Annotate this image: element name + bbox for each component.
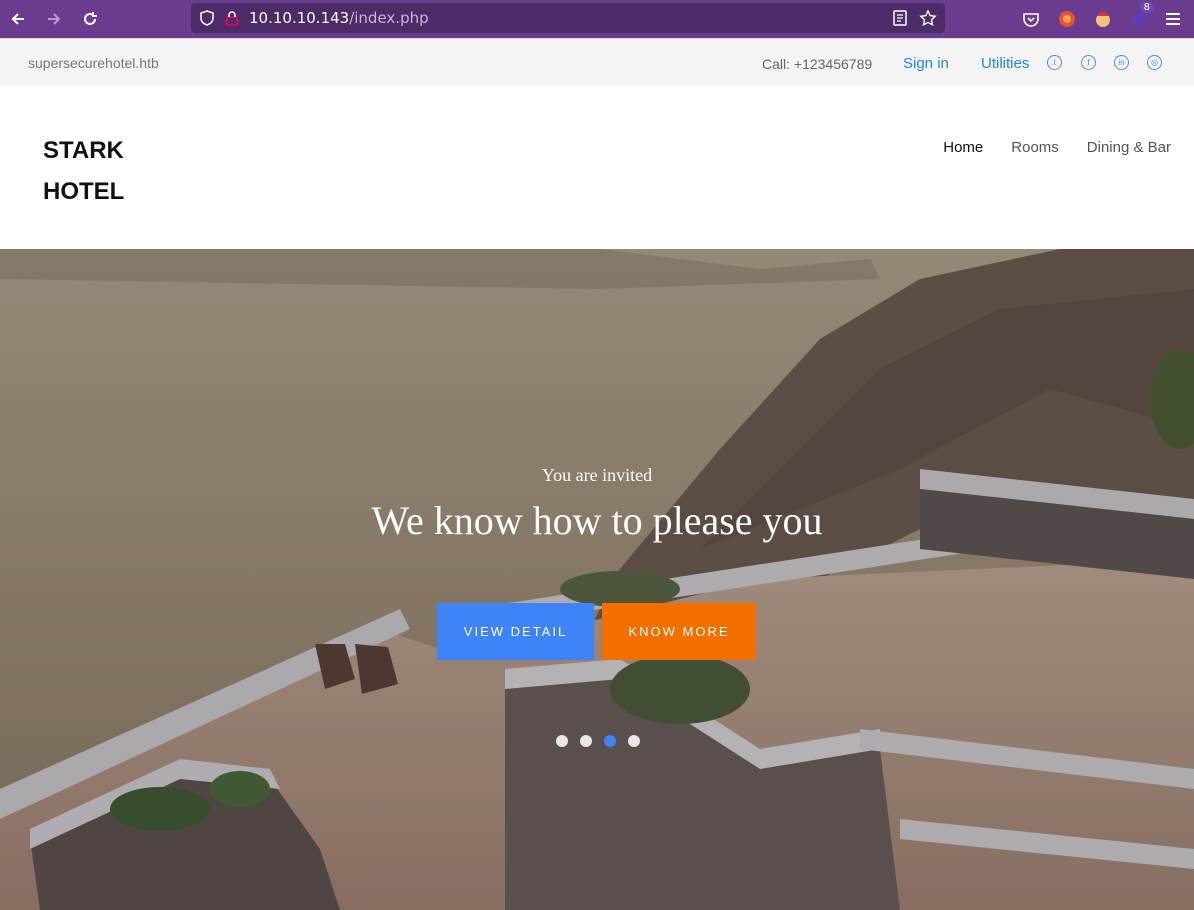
logo-line2: HOTEL <box>43 178 125 205</box>
know-more-button[interactable]: KNOW MORE <box>602 603 756 660</box>
forward-icon[interactable] <box>36 0 72 38</box>
nav-rooms[interactable]: Rooms <box>1011 139 1059 156</box>
site-logo[interactable]: STARK HOTEL <box>43 130 124 212</box>
sign-in-link[interactable]: Sign in <box>903 55 949 72</box>
top-info-bar: supersecurehotel.htb Call: +123456789 Si… <box>0 38 1194 86</box>
extension-icon[interactable] <box>1094 10 1112 28</box>
back-icon[interactable] <box>0 0 36 38</box>
slider-dot-3[interactable] <box>604 735 616 747</box>
twitter-icon[interactable]: t <box>1047 55 1062 70</box>
utilities-link[interactable]: Utilities <box>981 55 1029 72</box>
slider-dot-2[interactable] <box>580 735 592 747</box>
extension-icon[interactable]: 8 <box>1130 2 1154 28</box>
dribbble-icon[interactable]: ◎ <box>1147 55 1162 70</box>
pocket-icon[interactable] <box>1022 10 1040 28</box>
site-domain: supersecurehotel.htb <box>28 55 159 71</box>
view-detail-button[interactable]: VIEW DETAIL <box>437 603 594 660</box>
extensions-area: 8 <box>1022 0 1194 38</box>
nav-dining-bar[interactable]: Dining & Bar <box>1087 139 1171 156</box>
call-number: Call: +123456789 <box>762 56 873 72</box>
linkedin-icon[interactable]: in <box>1114 55 1129 70</box>
hero-slider: You are invited We know how to please yo… <box>0 249 1194 910</box>
extension-badge: 8 <box>1139 2 1154 13</box>
reload-icon[interactable] <box>72 0 108 38</box>
reader-icon[interactable] <box>891 9 909 27</box>
logo-line1: STARK <box>43 137 124 164</box>
nav-home[interactable]: Home <box>943 139 983 156</box>
slider-dot-1[interactable] <box>556 735 568 747</box>
site-header: STARK HOTEL Home Rooms Dining & Bar <box>0 86 1194 249</box>
extension-icon[interactable] <box>1058 10 1076 28</box>
main-nav: Home Rooms Dining & Bar <box>943 139 1171 156</box>
facebook-icon[interactable]: f <box>1081 55 1096 70</box>
menu-icon[interactable] <box>1166 13 1180 25</box>
url-bar[interactable]: 10.10.10.143/index.php <box>191 3 945 33</box>
hero-title: We know how to please you <box>371 498 823 543</box>
hero-subtitle: You are invited <box>541 465 653 485</box>
star-icon[interactable] <box>919 9 937 27</box>
shield-icon[interactable] <box>199 10 215 26</box>
hero-overlay <box>0 249 1194 910</box>
url-host: 10.10.10.143 <box>249 9 350 27</box>
slider-dot-4[interactable] <box>628 735 640 747</box>
slider-dots <box>556 735 640 747</box>
url-path: /index.php <box>349 9 429 27</box>
lock-icon[interactable] <box>225 10 239 26</box>
